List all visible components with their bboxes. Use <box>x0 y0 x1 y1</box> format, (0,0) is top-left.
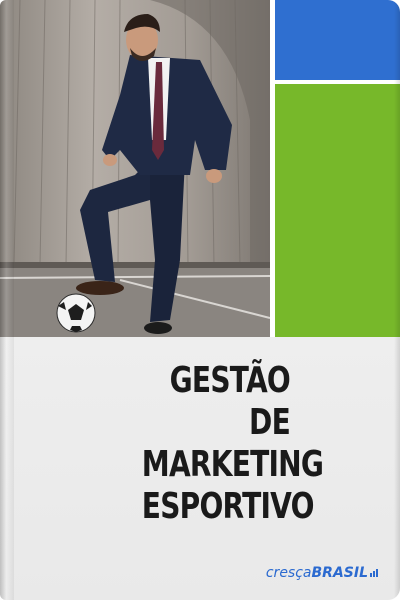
brand-logo: cresça BRASIL <box>266 565 380 581</box>
brand-name-part1: cresça <box>265 565 312 581</box>
cover-photo <box>0 0 270 337</box>
title-line: MARKETING <box>141 444 324 485</box>
green-color-block <box>275 84 400 337</box>
ebook-cover: GESTÃO DE MARKETING ESPORTIVO cresça BRAS… <box>0 0 400 600</box>
title-line: GESTÃO DE <box>169 360 291 443</box>
title-line: ESPORTIVO <box>141 486 315 527</box>
businessman-with-soccer-ball-icon <box>0 0 270 337</box>
blue-color-block <box>275 0 400 80</box>
brand-name-part2: BRASIL <box>311 565 369 581</box>
book-title: GESTÃO DE MARKETING ESPORTIVO <box>141 360 324 528</box>
signal-waves-icon <box>370 565 380 581</box>
